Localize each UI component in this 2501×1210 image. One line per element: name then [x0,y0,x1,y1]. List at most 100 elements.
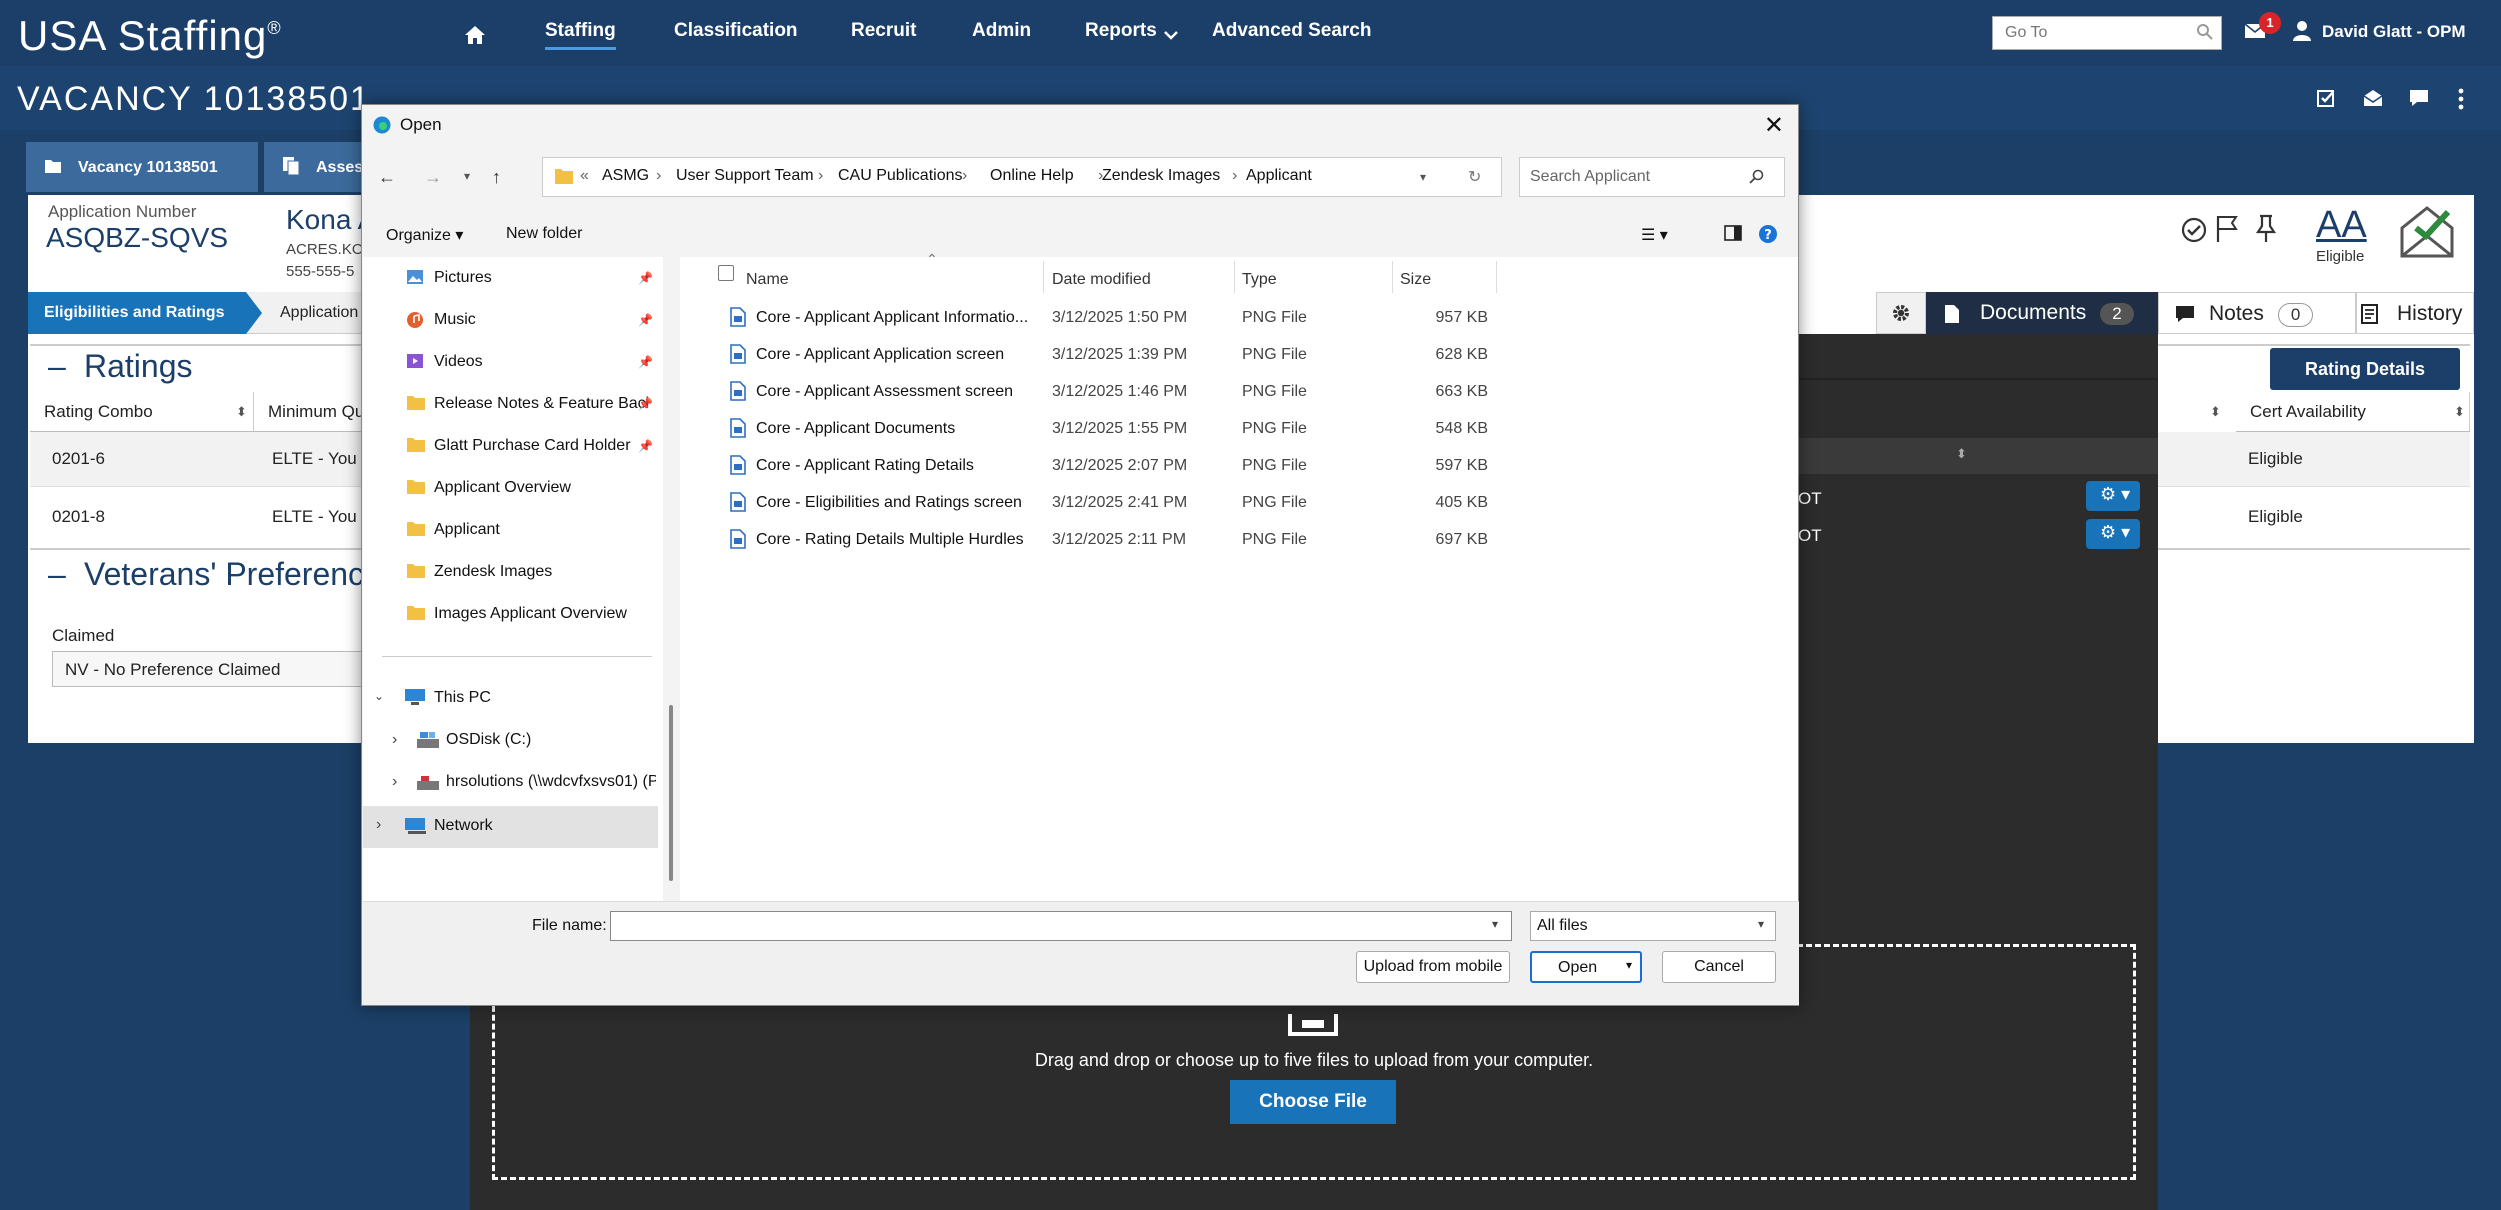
nav-advanced-search[interactable]: Advanced Search [1212,20,1371,42]
gear-icon[interactable] [1890,302,1912,324]
envelope-open-icon[interactable] [2362,88,2384,108]
col-type[interactable]: Type [1242,271,1277,289]
tree-item-music[interactable]: Music [434,311,476,329]
breadcrumb-overflow[interactable]: « [580,167,589,185]
pin-icon[interactable]: 📌 [638,439,653,453]
tree-item-network[interactable]: Network [434,817,493,835]
user-menu[interactable]: David Glatt - OPM [2322,22,2466,42]
comment-icon[interactable] [2408,88,2430,108]
breadcrumb-user-support[interactable]: User Support Team [676,167,814,185]
step-eligibilities[interactable]: Eligibilities and Ratings [28,292,262,334]
col-date-modified[interactable]: Date modified [1052,271,1151,289]
breadcrumb-applicant[interactable]: Applicant [1246,167,1312,185]
file-type: PNG File [1242,531,1307,548]
address-dropdown-icon[interactable]: ▾ [1420,170,1426,184]
tree-scrollbar[interactable] [667,257,675,1001]
envelope-check-icon[interactable] [2398,204,2456,260]
choose-file-button[interactable]: Choose File [1230,1080,1396,1124]
nav-recruit[interactable]: Recruit [851,20,916,42]
nav-classification[interactable]: Classification [674,20,798,42]
sort-icon[interactable]: ⬍ [1956,446,1967,462]
col-size[interactable]: Size [1400,271,1431,289]
nav-admin[interactable]: Admin [972,20,1031,42]
chevron-right-icon[interactable]: › [392,773,397,791]
col-rating-combo[interactable]: Rating Combo [30,392,254,432]
forward-icon[interactable]: → [424,167,442,188]
tab-documents[interactable]: Documents 2 [1926,292,2158,334]
row2-tail: OT [1798,526,1822,545]
col-minimum-qual[interactable]: Minimum Qu [254,392,364,432]
tree-item-applicant-overview[interactable]: Applicant Overview [434,479,571,497]
chevron-right-icon[interactable]: › [376,816,381,834]
goto-input[interactable]: Go To [1992,16,2222,50]
chevron-down-icon[interactable] [1164,30,1178,40]
chevron-right-icon[interactable]: › [392,731,397,749]
cancel-button[interactable]: Cancel [1662,951,1776,983]
home-icon[interactable] [464,24,486,46]
breadcrumb-online-help[interactable]: Online Help [990,167,1074,185]
breadcrumb-zendesk[interactable]: Zendesk Images [1102,167,1220,185]
recent-locations-icon[interactable]: ▾ [464,169,470,183]
chevron-down-icon[interactable]: ▾ [1492,917,1498,931]
flag-icon[interactable] [2214,214,2242,244]
pin-icon[interactable]: 📌 [638,271,653,285]
open-dropdown-icon[interactable]: ▾ [1626,958,1632,972]
usa-staffing-logo[interactable]: USA Staffing® [18,12,282,60]
search-icon[interactable] [2196,23,2214,41]
nav-staffing[interactable]: Staffing [545,20,616,50]
check-circle-icon[interactable] [2180,216,2208,244]
up-icon[interactable]: ↑ [492,167,501,188]
tree-item-this-pc[interactable]: This PC [434,689,491,707]
tree-item-videos[interactable]: Videos [434,353,483,371]
nav-reports[interactable]: Reports [1085,20,1157,42]
col-name[interactable]: Name [746,271,789,289]
sort-icon[interactable]: ⬍ [2454,404,2465,420]
sort-ascending-icon[interactable]: ⌃ [926,251,938,268]
help-icon[interactable]: ? [1758,224,1778,244]
pin-icon[interactable]: 📌 [638,313,653,327]
sort-icon[interactable]: ⬍ [2210,404,2221,420]
tree-item-zendesk-images[interactable]: Zendesk Images [434,563,552,581]
chevron-down-icon[interactable]: ⌄ [374,689,384,703]
folder-icon [407,564,425,578]
tree-item-osdisk[interactable]: OSDisk (C:) [446,731,531,749]
row2-combo: 0201-8 [52,507,105,526]
organize-menu[interactable]: Organize ▾ [386,225,463,245]
breadcrumb-asmg[interactable]: ASMG [602,167,649,185]
collapse-ratings-icon[interactable]: – [48,348,66,385]
tree-item-pictures[interactable]: Pictures [434,269,492,287]
tree-item-images-applicant-overview[interactable]: Images Applicant Overview [434,605,627,623]
tree-item-applicant[interactable]: Applicant [434,521,500,539]
collapse-veterans-icon[interactable]: – [48,556,66,593]
breadcrumb-cau-publications[interactable]: CAU Publications [838,167,963,185]
filename-input[interactable] [610,911,1512,941]
more-vertical-icon[interactable] [2456,88,2466,110]
chevron-down-icon[interactable]: ▾ [1758,917,1764,931]
view-options-icon[interactable]: ☰ ▾ [1641,225,1668,245]
step-application[interactable]: Application [280,304,358,322]
tree-item-hrsolutions[interactable]: hrsolutions (\\wdcvfxsvs01) (P [446,773,656,791]
tab-assessment[interactable]: Asses [264,142,374,192]
checkbox-icon[interactable] [2316,88,2336,108]
tree-item-release-notes[interactable]: Release Notes & Feature Bacl [434,395,649,413]
tree-item-glatt-purchase[interactable]: Glatt Purchase Card Holder [434,437,631,455]
sort-icon[interactable]: ⬍ [236,404,247,420]
tree-scrollbar-thumb[interactable] [669,705,673,881]
pin-icon[interactable] [2252,214,2280,244]
pin-icon[interactable]: 📌 [638,355,653,369]
search-input[interactable]: Search Applicant [1519,157,1785,197]
app-number: ASQBZ-SQVS [46,222,229,253]
file-type-select[interactable]: All files [1530,911,1776,941]
new-folder-button[interactable]: New folder [506,225,582,243]
select-all-checkbox[interactable] [718,265,734,281]
user-icon[interactable] [2292,20,2312,42]
back-icon[interactable]: ← [378,167,396,188]
close-icon[interactable]: ✕ [1764,111,1784,140]
image-file-icon [730,455,746,475]
pin-icon[interactable]: 📌 [638,397,653,411]
upload-from-mobile-button[interactable]: Upload from mobile [1356,951,1510,983]
col-cert-availability[interactable]: Cert Availability [2236,392,2470,432]
rating-details-button[interactable]: Rating Details [2270,348,2460,390]
refresh-icon[interactable]: ↻ [1468,167,1481,187]
preview-pane-icon[interactable] [1724,225,1742,241]
